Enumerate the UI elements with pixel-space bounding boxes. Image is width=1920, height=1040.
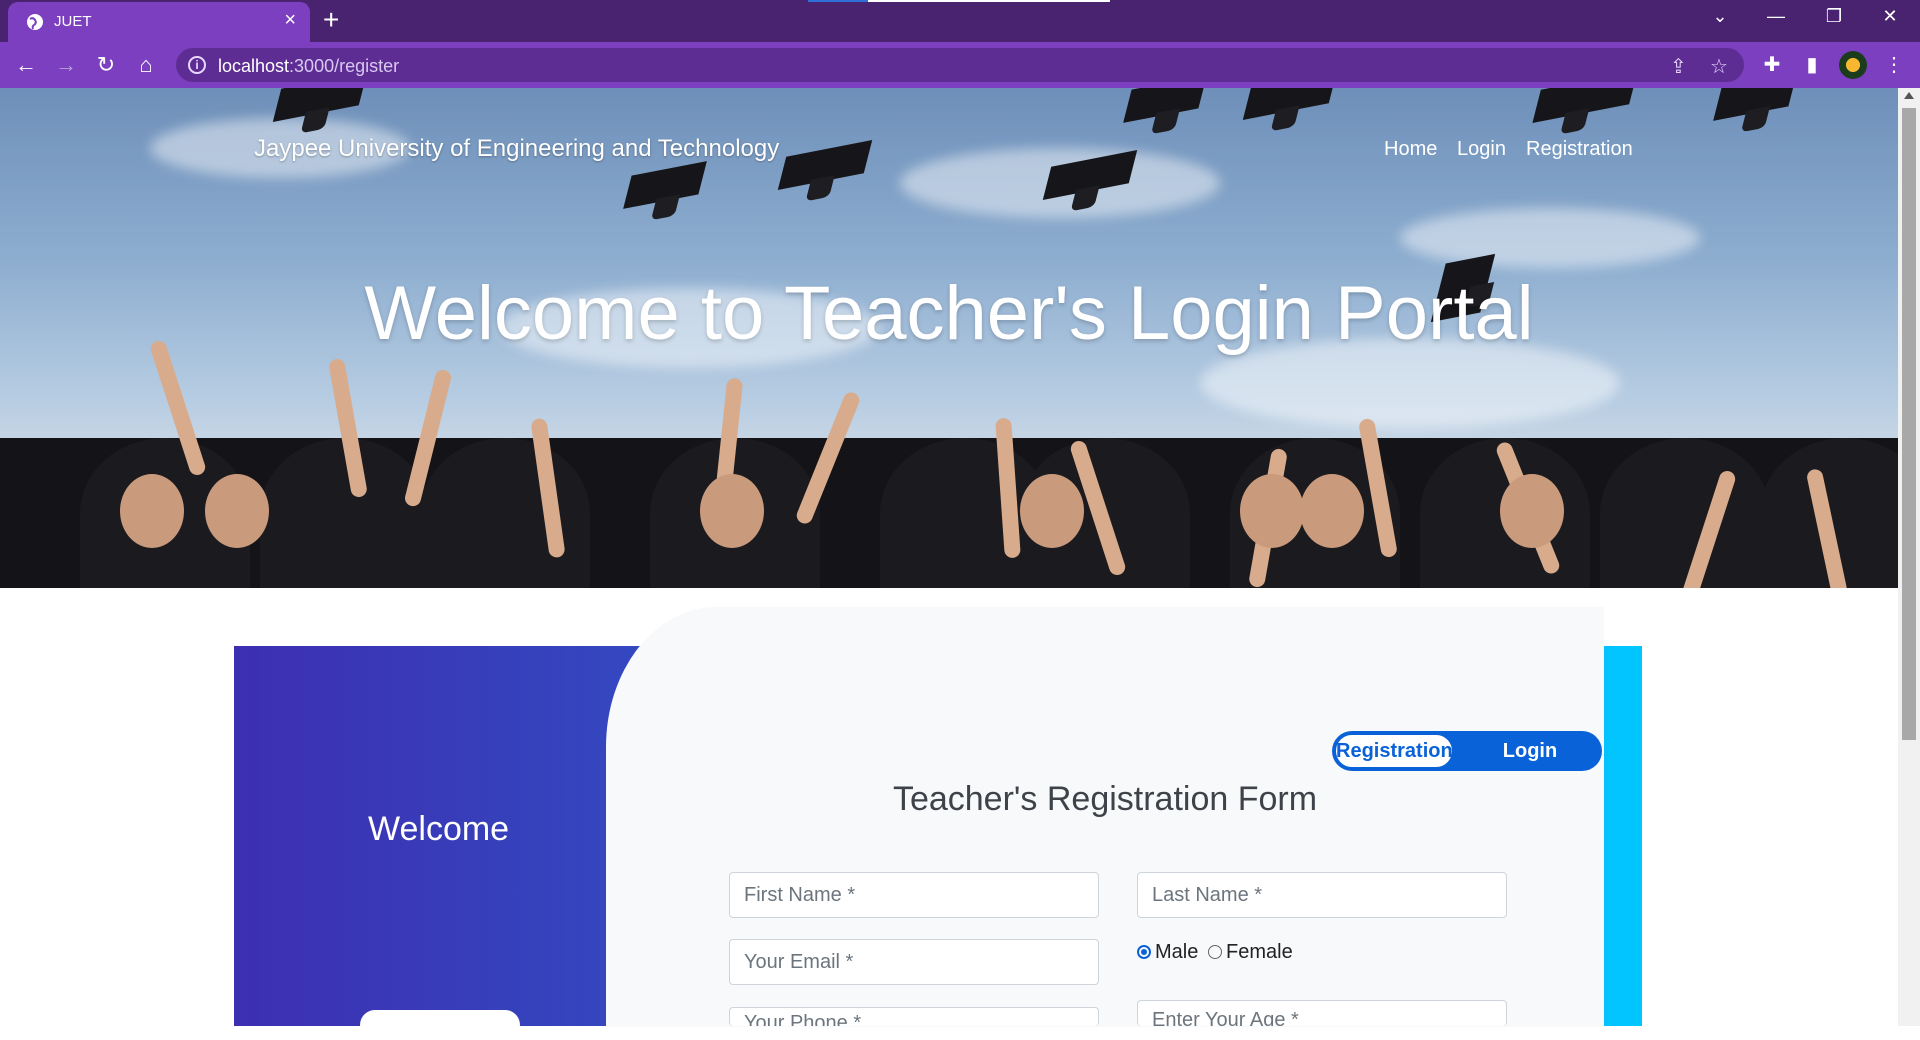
share-icon[interactable]: ⇪ — [1670, 54, 1687, 79]
menu-kebab-icon[interactable]: ⋮ — [1880, 52, 1908, 77]
reload-icon[interactable]: ↻ — [92, 52, 120, 80]
scroll-up-icon[interactable] — [1904, 92, 1914, 99]
side-button[interactable] — [360, 1010, 520, 1040]
scrollbar-thumb[interactable] — [1902, 108, 1916, 740]
radio-unchecked-icon[interactable] — [1208, 945, 1222, 959]
form-title: Teacher's Registration Form — [892, 780, 1318, 818]
extensions-icon[interactable]: ✚ — [1758, 52, 1786, 77]
grad-cap-image — [777, 140, 873, 190]
email-input[interactable]: Your Email * — [729, 939, 1099, 985]
hero-title: Welcome to Teacher's Login Portal — [364, 271, 1534, 356]
grad-cap-image — [1532, 88, 1638, 123]
grad-cap-image — [623, 161, 707, 209]
last-name-input[interactable]: Last Name * — [1137, 872, 1507, 918]
site-info-icon[interactable]: i — [188, 56, 206, 74]
browser-tab-strip: JUET × + ⌄ — ❐ ✕ — [0, 0, 1920, 42]
grad-cap-image — [1123, 88, 1207, 123]
login-switch-button[interactable]: Login — [1480, 731, 1580, 771]
address-bar[interactable]: i localhost:3000/register ⇪ ☆ — [176, 48, 1744, 82]
restore-icon[interactable]: ❐ — [1814, 6, 1854, 27]
profile-avatar[interactable] — [1839, 51, 1867, 79]
tab-search-icon[interactable]: ⌄ — [1700, 6, 1740, 27]
first-name-input[interactable]: First Name * — [729, 872, 1099, 918]
radio-checked-icon[interactable] — [1137, 945, 1151, 959]
browser-toolbar: ← → ↻ ⌂ i localhost:3000/register ⇪ ☆ ✚ … — [0, 42, 1920, 88]
new-tab-button[interactable]: + — [323, 6, 339, 34]
globe-icon — [27, 14, 43, 30]
hero-banner: Jaypee University of Engineering and Tec… — [0, 88, 1898, 588]
site-brand[interactable]: Jaypee University of Engineering and Tec… — [254, 135, 779, 163]
nav-registration-link[interactable]: Registration — [1526, 138, 1633, 161]
bookmark-star-icon[interactable]: ☆ — [1710, 54, 1728, 79]
nav-home-link[interactable]: Home — [1384, 138, 1437, 161]
form-switch: Registration Login — [1332, 731, 1602, 771]
age-input[interactable]: Enter Your Age * — [1137, 1000, 1507, 1026]
browser-tab[interactable]: JUET × — [8, 2, 310, 42]
minimize-icon[interactable]: — — [1756, 6, 1796, 27]
gender-male-option[interactable]: Male — [1137, 941, 1198, 964]
grad-cap-image — [272, 88, 368, 122]
grad-cap-image — [1242, 88, 1338, 120]
page-scrollbar[interactable] — [1898, 88, 1920, 1026]
close-window-icon[interactable]: ✕ — [1870, 6, 1910, 27]
home-icon[interactable]: ⌂ — [132, 52, 160, 80]
back-icon[interactable]: ← — [12, 52, 40, 80]
side-panel-icon[interactable]: ▮ — [1798, 52, 1826, 77]
gender-female-option[interactable]: Female — [1208, 941, 1293, 964]
tab-title: JUET — [54, 13, 92, 30]
loading-indicator — [808, 0, 1110, 2]
phone-input[interactable]: Your Phone * — [729, 1007, 1099, 1026]
welcome-heading: Welcome — [368, 810, 510, 848]
url-text[interactable]: localhost:3000/register — [218, 56, 399, 77]
graduates-crowd-image — [0, 438, 1898, 588]
tab-close-icon[interactable]: × — [284, 10, 296, 30]
forward-icon[interactable]: → — [52, 52, 80, 80]
registration-switch-button[interactable]: Registration — [1334, 733, 1454, 769]
nav-login-link[interactable]: Login — [1457, 138, 1506, 161]
grad-cap-image — [1713, 88, 1797, 121]
